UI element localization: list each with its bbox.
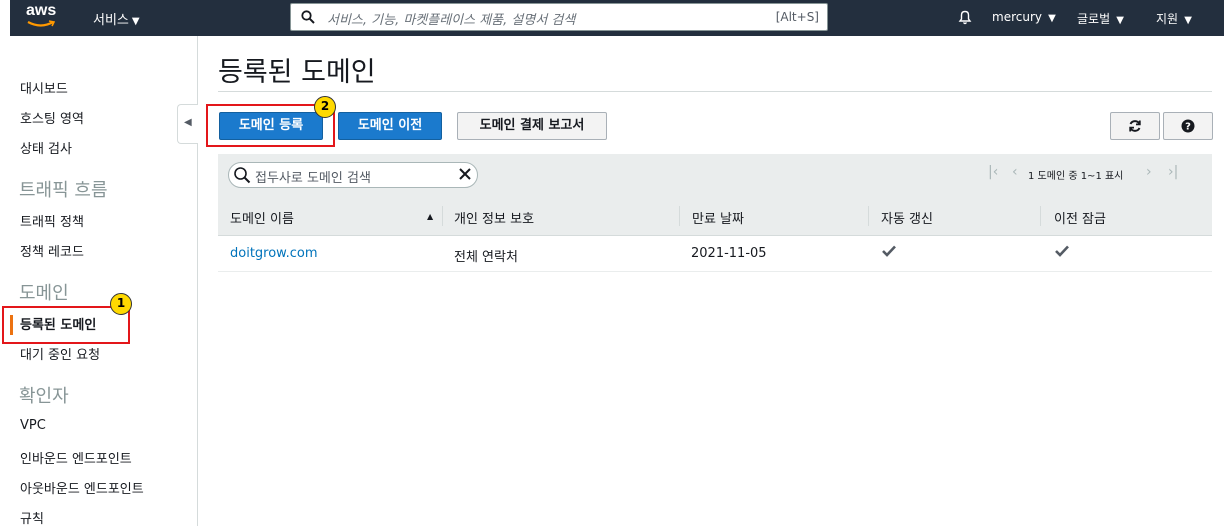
search-icon xyxy=(301,10,315,24)
sidebar-section-traffic-flow: 트래픽 흐름 xyxy=(19,180,108,201)
svg-text:?: ? xyxy=(1185,122,1191,133)
title-divider xyxy=(218,91,1212,92)
help-button[interactable]: ? xyxy=(1163,112,1213,140)
annotation-badge-1: 1 xyxy=(110,293,132,315)
sidebar-collapse-toggle[interactable]: ◀ xyxy=(177,104,198,144)
help-icon: ? xyxy=(1181,119,1195,133)
privacy-cell: 전체 연락처 xyxy=(454,250,518,265)
sidebar-item-dashboard[interactable]: 대시보드 xyxy=(20,78,68,97)
aws-smile-icon xyxy=(27,20,55,27)
account-label: mercury xyxy=(992,10,1042,24)
region-menu[interactable]: 글로벌 ▼ xyxy=(1077,10,1124,27)
annotation-callout-1 xyxy=(2,306,130,344)
caret-down-icon: ▼ xyxy=(1181,15,1192,26)
sidebar-item-outbound-endpoints[interactable]: 아웃바운드 엔드포인트 xyxy=(20,478,144,497)
support-label: 지원 xyxy=(1156,12,1179,26)
support-menu[interactable]: 지원 ▼ xyxy=(1156,10,1192,27)
column-header-privacy[interactable]: 개인 정보 보호 xyxy=(454,208,534,227)
sidebar-item-hosted-zones[interactable]: 호스팅 영역 xyxy=(20,108,84,127)
table-header: 도메인 이름 ▲ 개인 정보 보호 만료 날짜 자동 갱신 이전 잠금 xyxy=(218,196,1212,236)
table-toolbar: 접두사로 도메인 검색 |‹ ‹ 1 도메인 중 1~1 표시 › ›| xyxy=(218,154,1212,196)
refresh-button[interactable] xyxy=(1110,112,1160,140)
top-navigation-bar: aws 서비스 ▼ 서비스, 기능, 마켓플레이스 제품, 설명서 검색 [Alt… xyxy=(10,0,1224,36)
domains-table-panel: 접두사로 도메인 검색 |‹ ‹ 1 도메인 중 1~1 표시 › ›| 도메인… xyxy=(218,154,1212,274)
global-search-input[interactable]: 서비스, 기능, 마켓플레이스 제품, 설명서 검색 [Alt+S] xyxy=(290,3,828,31)
pager-text: 1 도메인 중 1~1 표시 xyxy=(1028,171,1124,182)
sidebar-section-domains: 도메인 xyxy=(19,283,69,304)
domain-billing-report-button[interactable]: 도메인 결제 보고서 xyxy=(457,112,607,140)
sidebar: 대시보드 호스팅 영역 상태 검사 트래픽 흐름 트래픽 정책 정책 레코드 도… xyxy=(0,36,198,527)
sidebar-item-traffic-policies[interactable]: 트래픽 정책 xyxy=(20,211,84,230)
search-shortcut: [Alt+S] xyxy=(775,10,819,24)
transfer-domain-button[interactable]: 도메인 이전 xyxy=(338,112,442,140)
sidebar-section-resolver: 확인자 xyxy=(19,386,69,407)
refresh-icon xyxy=(1129,120,1141,132)
column-divider xyxy=(442,206,443,226)
first-page-icon[interactable]: |‹ xyxy=(988,164,998,180)
check-icon xyxy=(882,245,896,257)
column-divider xyxy=(868,206,869,226)
region-label: 글로벌 xyxy=(1077,12,1111,26)
services-menu[interactable]: 서비스 ▼ xyxy=(93,9,140,28)
sidebar-item-pending-requests[interactable]: 대기 중인 요청 xyxy=(20,344,100,363)
account-menu[interactable]: mercury ▼ xyxy=(992,10,1056,24)
caret-down-icon: ▼ xyxy=(131,16,140,27)
annotation-badge-2: 2 xyxy=(314,96,336,118)
sidebar-item-policy-records[interactable]: 정책 레코드 xyxy=(20,241,84,260)
sidebar-item-vpc[interactable]: VPC xyxy=(20,418,46,433)
aws-logo[interactable]: aws xyxy=(26,2,58,32)
search-icon xyxy=(234,167,251,184)
aws-logo-text: aws xyxy=(26,2,57,19)
expiration-cell: 2021-11-05 xyxy=(691,246,767,261)
domain-name-link[interactable]: doitgrow.com xyxy=(230,246,318,261)
caret-left-icon: ◀ xyxy=(184,117,192,128)
filter-placeholder: 접두사로 도메인 검색 xyxy=(255,171,371,186)
sidebar-item-inbound-endpoints[interactable]: 인바운드 엔드포인트 xyxy=(20,448,132,467)
caret-down-icon: ▼ xyxy=(1044,13,1056,24)
last-page-icon[interactable]: ›| xyxy=(1168,164,1178,180)
sort-ascending-icon[interactable]: ▲ xyxy=(427,212,433,221)
check-icon xyxy=(1055,245,1069,257)
search-placeholder: 서비스, 기능, 마켓플레이스 제품, 설명서 검색 xyxy=(327,13,576,28)
bell-icon[interactable] xyxy=(956,8,974,26)
caret-down-icon: ▼ xyxy=(1113,15,1124,26)
next-page-icon[interactable]: › xyxy=(1146,164,1152,180)
previous-page-icon[interactable]: ‹ xyxy=(1012,164,1018,180)
column-divider xyxy=(679,206,680,226)
table-row[interactable]: doitgrow.com 전체 연락처 2021-11-05 xyxy=(218,236,1212,272)
sidebar-item-health-checks[interactable]: 상태 검사 xyxy=(20,138,72,157)
column-header-transfer-lock[interactable]: 이전 잠금 xyxy=(1054,208,1106,227)
domain-prefix-search-input[interactable]: 접두사로 도메인 검색 xyxy=(228,162,478,188)
close-icon[interactable] xyxy=(457,166,473,182)
column-header-domain-name[interactable]: 도메인 이름 xyxy=(230,208,294,227)
sidebar-item-rules[interactable]: 규칙 xyxy=(20,508,44,527)
services-label: 서비스 xyxy=(93,13,129,28)
column-header-auto-renew[interactable]: 자동 갱신 xyxy=(881,208,933,227)
column-divider xyxy=(1040,206,1041,226)
page-title: 등록된 도메인 xyxy=(218,57,376,88)
column-header-expiration[interactable]: 만료 날짜 xyxy=(692,208,744,227)
